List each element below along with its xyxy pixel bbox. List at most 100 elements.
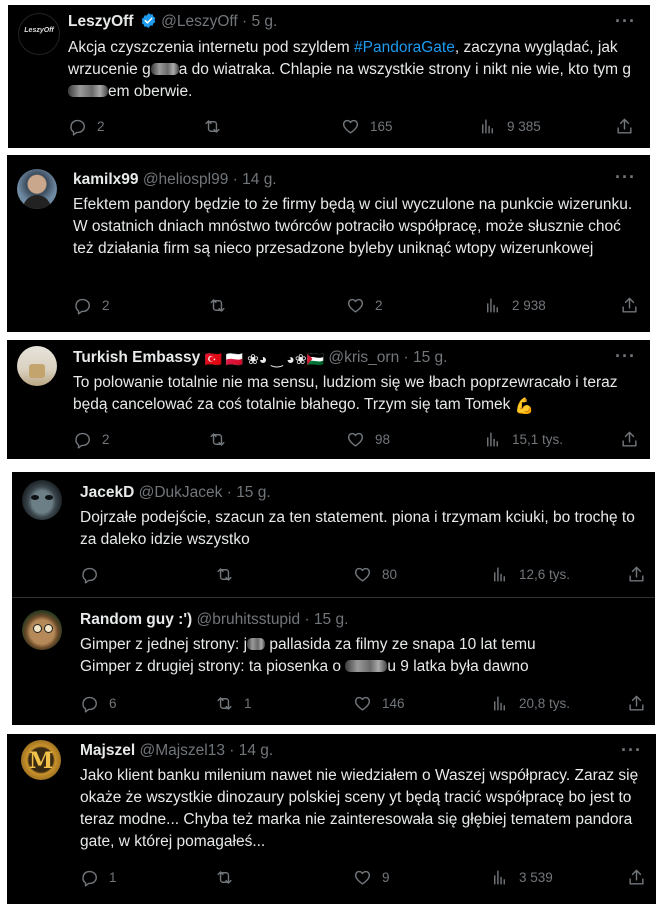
views-button[interactable]: 20,8 tys.: [490, 694, 570, 713]
avatar-eye-right: [45, 495, 53, 500]
views-button[interactable]: 12,6 tys.: [490, 565, 570, 584]
share-icon: [622, 297, 637, 313]
tweet-leszyoff[interactable]: LeszyOff LeszyOff @LeszyOff · 5 g. ··· A…: [8, 5, 650, 148]
dot-separator: ·: [232, 171, 243, 188]
reply-icon: [82, 696, 97, 713]
tweet-time[interactable]: 15 g.: [413, 349, 447, 366]
reply-button[interactable]: 2: [73, 430, 110, 449]
author-handle[interactable]: @heliospl99: [143, 171, 229, 188]
views-button[interactable]: 2 938: [483, 296, 546, 315]
tweet-jacekd[interactable]: JacekD @DukJacek · 15 g. Dojrzałe podejś…: [12, 472, 655, 596]
hashtag-link[interactable]: #PandoraGate: [354, 39, 455, 56]
tweet-turkish-embassy[interactable]: Turkish Embassy 🇹🇷 🇵🇱 ❀◕ ‿ ◕❀🇵🇸 @kris_or…: [7, 340, 650, 459]
like-button[interactable]: 9: [353, 868, 390, 887]
retweet-icon: [217, 871, 232, 884]
tweet-majszel[interactable]: M Majszel @Majszel13 · 14 g. ··· Jako kl…: [7, 734, 656, 904]
tweet-kamilx99[interactable]: kamilx99 @heliospl99 · 14 g. ··· Efektem…: [7, 155, 650, 332]
reply-button[interactable]: 1: [80, 868, 117, 887]
retweet-icon: [205, 120, 220, 133]
reply-button[interactable]: 6: [80, 694, 117, 713]
like-button[interactable]: 146: [353, 694, 405, 713]
tweet-actions: 2 98 15,1 tys.: [73, 430, 643, 450]
avatar[interactable]: M: [21, 740, 61, 780]
avatar[interactable]: [17, 169, 57, 209]
author-name[interactable]: LeszyOff: [68, 13, 133, 30]
tweet-actions: 1 9 3 539: [80, 868, 650, 888]
more-options-icon[interactable]: ···: [615, 346, 636, 367]
avatar[interactable]: LeszyOff: [18, 13, 60, 55]
view-count: 15,1 tys.: [512, 432, 564, 447]
reply-button[interactable]: [80, 565, 109, 584]
author-name[interactable]: JacekD: [80, 484, 134, 501]
tweet-text-line-2: Gimper z drugiej strony: ta piosenka o u…: [80, 658, 529, 675]
tweet-time[interactable]: 14 g.: [239, 742, 273, 759]
tweet-card-1: LeszyOff LeszyOff @LeszyOff · 5 g. ··· A…: [8, 5, 650, 148]
heart-icon: [354, 567, 371, 582]
share-button[interactable]: [627, 565, 646, 584]
share-button[interactable]: [620, 296, 639, 315]
views-chart-icon: [494, 567, 505, 582]
retweet-button[interactable]: [208, 430, 237, 449]
author-handle[interactable]: @LeszyOff: [161, 13, 238, 30]
like-button[interactable]: 98: [346, 430, 390, 449]
share-icon: [629, 695, 644, 711]
tweet-text: Efektem pandory będzie to że firmy będą …: [73, 196, 633, 257]
tweet-time[interactable]: 5 g.: [252, 13, 278, 30]
like-count: 80: [382, 567, 398, 582]
views-chart-icon: [494, 696, 505, 711]
avatar-logo-text: LeszyOff: [24, 27, 54, 34]
avatar[interactable]: [22, 480, 62, 520]
share-button[interactable]: [620, 430, 639, 449]
retweet-icon: [217, 697, 232, 710]
tweet-time[interactable]: 14 g.: [242, 171, 276, 188]
avatar[interactable]: [17, 346, 57, 386]
share-icon: [617, 118, 632, 134]
share-button[interactable]: [627, 868, 646, 887]
censored-word: [345, 660, 388, 672]
views-chart-icon: [487, 432, 498, 447]
tweet-text: Jako klient banku milenium nawet nie wie…: [80, 767, 639, 850]
author-handle[interactable]: @bruhitsstupid: [197, 611, 301, 628]
share-button[interactable]: [627, 694, 646, 713]
tweet-time[interactable]: 15 g.: [236, 484, 270, 501]
author-name[interactable]: Random guy :'): [80, 611, 192, 628]
retweet-icon: [210, 299, 225, 312]
censored-word: [247, 638, 266, 650]
author-name[interactable]: kamilx99: [73, 171, 139, 188]
tweet-card-3: Turkish Embassy 🇹🇷 🇵🇱 ❀◕ ‿ ◕❀🇵🇸 @kris_or…: [7, 340, 650, 459]
more-options-icon[interactable]: ···: [621, 740, 642, 761]
author-name[interactable]: Majszel: [80, 742, 135, 759]
tweet-time[interactable]: 15 g.: [314, 611, 348, 628]
retweet-button[interactable]: [215, 565, 244, 584]
views-button[interactable]: 9 385: [478, 117, 541, 136]
like-button[interactable]: 80: [353, 565, 397, 584]
verified-badge-icon: [141, 13, 156, 28]
dot-separator: ·: [242, 13, 252, 30]
tweet-actions: 6 1 146 20,8 tys.: [80, 694, 650, 714]
dot-separator: ·: [226, 484, 237, 501]
author-handle[interactable]: @kris_orn: [328, 349, 399, 366]
retweet-icon: [210, 433, 225, 446]
more-options-icon[interactable]: ···: [615, 11, 636, 32]
reply-button[interactable]: 2: [73, 296, 110, 315]
views-button[interactable]: 3 539: [490, 868, 553, 887]
author-handle[interactable]: @Majszel13: [139, 742, 225, 759]
retweet-button[interactable]: [203, 117, 232, 136]
reply-button[interactable]: 2: [68, 117, 105, 136]
retweet-button[interactable]: [208, 296, 237, 315]
share-button[interactable]: [615, 117, 634, 136]
retweet-button[interactable]: [215, 868, 244, 887]
retweet-button[interactable]: 1: [215, 694, 252, 713]
view-count: 2 938: [512, 298, 546, 313]
like-button[interactable]: 2: [346, 296, 383, 315]
view-count: 20,8 tys.: [519, 696, 571, 711]
avatar-object: [29, 364, 45, 378]
dot-separator: ·: [304, 611, 314, 628]
author-name[interactable]: Turkish Embassy: [73, 349, 200, 366]
tweet-random-guy[interactable]: Random guy :') @bruhitsstupid · 15 g. Gi…: [12, 598, 655, 725]
author-handle[interactable]: @DukJacek: [139, 484, 223, 501]
more-options-icon[interactable]: ···: [615, 167, 636, 188]
avatar[interactable]: [22, 610, 62, 650]
views-button[interactable]: 15,1 tys.: [483, 430, 563, 449]
like-button[interactable]: 165: [341, 117, 393, 136]
